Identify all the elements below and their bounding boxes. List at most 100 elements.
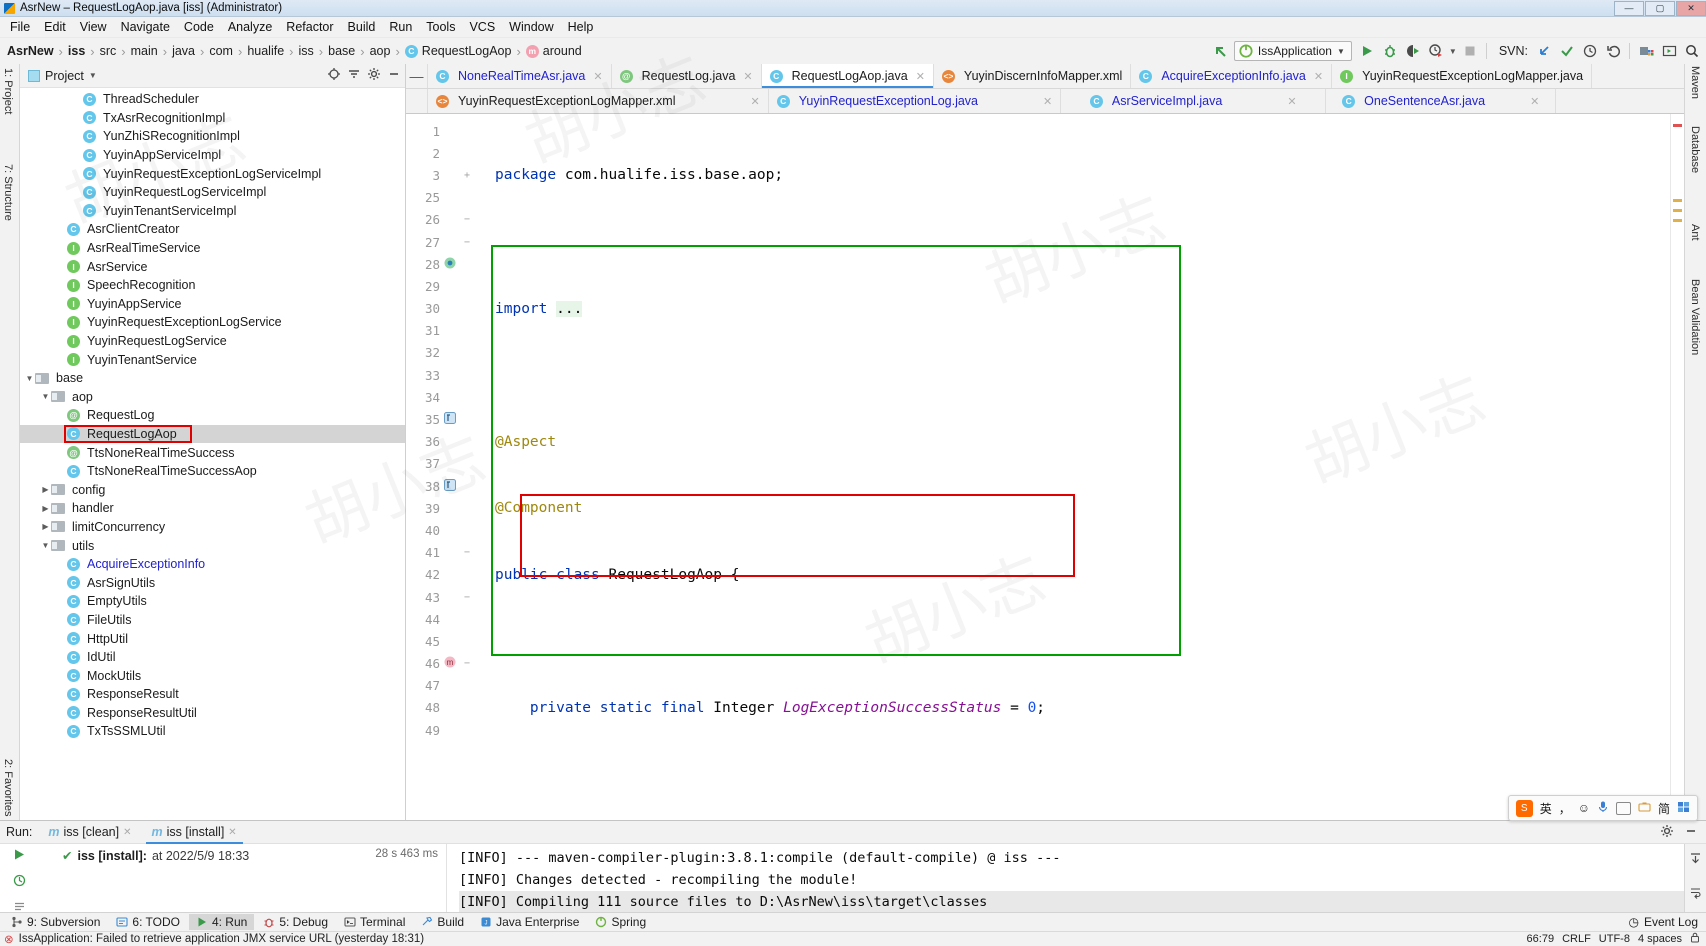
tree-node[interactable]: C RequestLogAop [20,424,405,444]
maximize-button[interactable]: ▢ [1645,0,1675,16]
tree-node[interactable]: I AsrService [20,257,405,276]
tool-window-terminal[interactable]: Terminal [337,914,412,930]
tree-node[interactable]: @ RequestLog [20,406,405,425]
scroll-from-source-icon[interactable] [327,67,341,84]
tree-node[interactable]: C YuyinRequestLogServiceImpl [20,183,405,202]
tab-yuyindiscerninfomapper-xml[interactable]: <> YuyinDiscernInfoMapper.xml [934,64,1132,88]
gutter-icon[interactable] [440,411,460,428]
menu-window[interactable]: Window [502,18,560,36]
run-window-actions[interactable] [1660,824,1706,841]
tree-node[interactable]: I AsrRealTimeService [20,239,405,258]
ime-keyboard-icon[interactable] [1615,801,1631,815]
menu-vcs[interactable]: VCS [462,18,502,36]
menu-file[interactable]: File [3,18,37,36]
tool-window-spring[interactable]: Spring [588,914,653,930]
settings-icon[interactable] [1660,824,1674,841]
warning-marker[interactable] [1673,219,1682,222]
debug-button[interactable] [1380,41,1400,61]
gutter-line[interactable]: 26 − [406,209,491,231]
tool-window-subversion[interactable]: 9: Subversion [4,914,107,930]
gutter-line[interactable]: 3 + [406,164,491,186]
tree-expand-arrow[interactable]: ▶ [40,485,51,494]
gutter-line[interactable]: 25 [406,187,491,209]
gutter-icon[interactable] [440,256,460,273]
gear-icon[interactable] [367,67,381,84]
chevron-down-icon[interactable]: ▼ [1337,47,1345,56]
tool-window-debug[interactable]: 5: Debug [256,914,335,930]
breadcrumb-iss2[interactable]: iss [295,43,318,59]
tree-node[interactable]: C ResponseResult [20,685,405,704]
run-tab-bar[interactable]: Run: m iss [clean] ✕ m iss [install] ✕ [0,821,1706,844]
editor-tab-row-1[interactable]: — C NoneRealTimeAsr.java ✕ @ RequestLog.… [406,64,1684,89]
main-toolbar[interactable]: IssApplication ▼ ▼ SVN: [1211,38,1702,64]
search-icon[interactable] [1682,41,1702,61]
tree-expand-arrow[interactable]: ▼ [40,392,51,401]
tree-node[interactable]: C ThreadScheduler [20,90,405,109]
code-fold-toggle[interactable]: − [460,658,474,669]
ime-punctuation-icon[interactable]: ， [1559,800,1571,817]
rail-database[interactable]: Database [1689,126,1701,173]
tree-node[interactable]: C YuyinRequestExceptionLogServiceImpl [20,164,405,183]
breadcrumb-src[interactable]: src [96,43,121,59]
close-icon[interactable]: ✕ [1314,70,1323,83]
caret-position[interactable]: 66:79 [1527,933,1555,945]
menu-build[interactable]: Build [341,18,383,36]
close-button[interactable]: ✕ [1676,0,1706,16]
gutter-line[interactable]: 32 [406,342,491,364]
rail-favorites[interactable]: 2: Favorites [2,759,14,816]
gutter-line[interactable]: 42 [406,564,491,586]
breadcrumb-main[interactable]: main [127,43,162,59]
breadcrumb-around[interactable]: m around [522,43,586,59]
tab-yuyinrequestexceptionlogmapper[interactable]: I YuyinRequestExceptionLogMapper.java [1332,64,1593,88]
tree-node[interactable]: C YunZhiSRecognitionImpl [20,127,405,146]
ime-more-icon[interactable] [1677,801,1690,816]
profile-dropdown-caret[interactable]: ▼ [1449,47,1457,56]
tree-node[interactable]: @ TtsNoneRealTimeSuccess [20,443,405,462]
run-side-actions[interactable] [0,844,38,916]
editor-tab-row-2[interactable]: <> YuyinRequestExceptionLogMapper.xml ✕ … [406,89,1684,114]
gutter-line[interactable]: 38 [406,475,491,497]
rail-bean-validation[interactable]: Bean Validation [1689,279,1701,355]
tree-node[interactable]: ▶ limitConcurrency [20,518,405,537]
run-tab-clean[interactable]: m iss [clean] ✕ [38,821,141,844]
gutter-line[interactable]: 2 [406,142,491,164]
tab-acquireexceptioninfo[interactable]: C AcquireExceptionInfo.java ✕ [1131,64,1333,88]
breadcrumb-base[interactable]: base [324,43,359,59]
left-tool-window-rail[interactable]: 1: Project 7: Structure 2: Favorites [0,64,20,820]
tree-node[interactable]: ▼ utils [20,536,405,555]
gutter-line[interactable]: 40 [406,519,491,541]
menu-code[interactable]: Code [177,18,221,36]
status-bar-right[interactable]: 66:79 CRLF UTF-8 4 spaces [1527,932,1706,946]
breadcrumb-requestlogaop[interactable]: C RequestLogAop [401,43,516,59]
soft-wrap-icon[interactable] [1689,884,1702,906]
tree-node[interactable]: C AcquireExceptionInfo [20,555,405,574]
tree-node[interactable]: C HttpUtil [20,629,405,648]
rail-project[interactable]: 1: Project [2,68,14,114]
tool-window-todo[interactable]: 6: TODO [109,914,187,930]
tree-node[interactable]: C AsrSignUtils [20,573,405,592]
tree-node[interactable]: C EmptyUtils [20,592,405,611]
ime-emoji-icon[interactable]: ☺ [1578,801,1590,815]
tool-window-build[interactable]: Build [414,914,471,930]
menu-view[interactable]: View [73,18,114,36]
profile-button[interactable] [1426,41,1446,61]
indent-setting[interactable]: 4 spaces [1638,933,1682,945]
gutter-line[interactable]: 30 [406,298,491,320]
tree-expand-arrow[interactable]: ▶ [40,522,51,531]
gutter-line[interactable]: 1 [406,120,491,142]
tree-expand-arrow[interactable]: ▼ [24,374,35,383]
gutter-line[interactable]: 31 [406,320,491,342]
svn-update-icon[interactable] [1534,41,1554,61]
tree-node[interactable]: C TxAsrRecognitionImpl [20,109,405,128]
gutter-icon[interactable] [440,478,460,495]
editor-gutter[interactable]: 1 2 3 +25 26−27−28 29 30 31 32 33 34 35 36 37 38 39 40 41… [406,114,491,820]
project-panel-header[interactable]: Project ▼ [20,64,405,88]
gutter-line[interactable]: 28 [406,253,491,275]
close-icon[interactable]: ✕ [916,70,925,83]
tree-node[interactable]: C MockUtils [20,666,405,685]
menu-tools[interactable]: Tools [419,18,462,36]
ime-language-label[interactable]: 英 [1540,800,1552,817]
close-icon[interactable]: ✕ [228,827,236,838]
gutter-line[interactable]: 48 [406,697,491,719]
code-editor[interactable]: 1 2 3 +25 26−27−28 29 30 31 32 33 34 35 36 37 38 39 40 41… [406,114,1684,820]
